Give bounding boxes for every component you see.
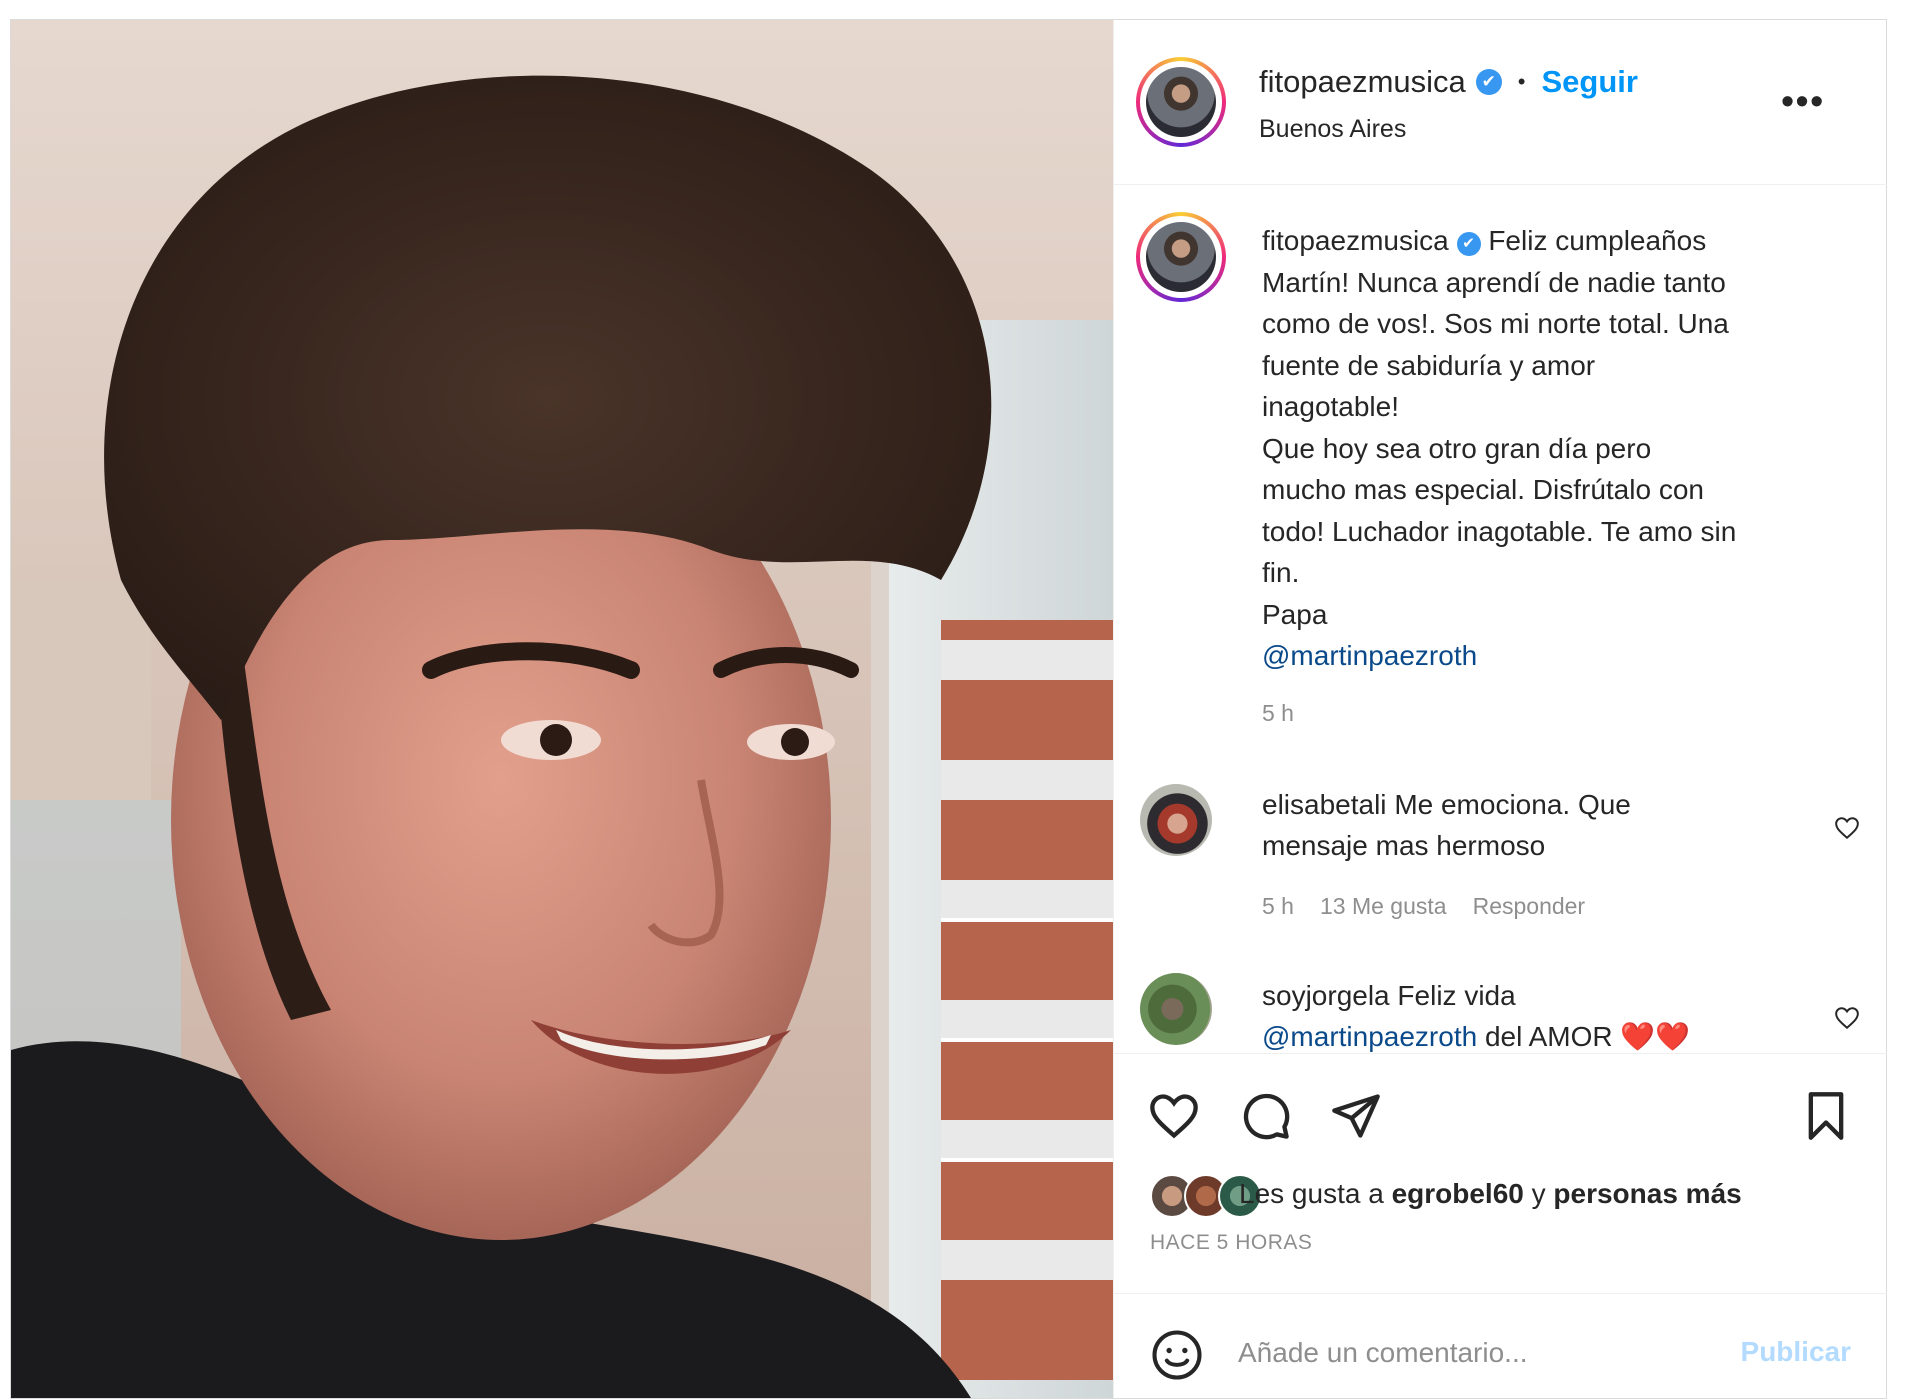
comment-like-heart-icon[interactable]: [1834, 1005, 1860, 1031]
heart-emoji: ❤️❤️: [1620, 1021, 1691, 1052]
share-icon[interactable]: [1330, 1090, 1382, 1142]
caption-line: Martín! Nunca aprendí de nadie tanto: [1262, 266, 1726, 298]
caption-username[interactable]: fitopaezmusica: [1262, 225, 1449, 256]
post-sidebar: fitopaezmusica ✔ • Seguir Buenos Aires •…: [1113, 20, 1887, 1398]
comment-input[interactable]: [1236, 1332, 1690, 1374]
comment-icon[interactable]: [1240, 1090, 1292, 1142]
add-comment-bar: Publicar: [1114, 1293, 1887, 1399]
likes-joiner: y: [1531, 1178, 1546, 1209]
comment-time[interactable]: 5 h: [1262, 893, 1294, 920]
caption-line: mucho mas especial. Disfrútalo con: [1262, 474, 1704, 505]
comment-text: soyjorgela Feliz vida @martinpaezroth de…: [1262, 975, 1802, 1053]
portrait-photo: [11, 20, 1113, 1398]
comments-section[interactable]: fitopaezmusica ✔ Feliz cumpleaños Martín…: [1114, 20, 1887, 1053]
likes-summary: Les gusta a egrobel60 y personas más: [1239, 1178, 1742, 1210]
likes-prefix: Les gusta a: [1239, 1178, 1384, 1209]
caption-mention-link[interactable]: @martinpaezroth: [1262, 640, 1477, 671]
commenter-username[interactable]: soyjorgela: [1262, 980, 1390, 1011]
instagram-post: fitopaezmusica ✔ • Seguir Buenos Aires •…: [10, 19, 1887, 1399]
caption-line: Papa: [1262, 598, 1328, 630]
comment-meta: 5 h 13 Me gusta Responder: [1262, 893, 1585, 920]
caption-line: fuente de sabiduría y amor: [1262, 349, 1596, 381]
post-photo[interactable]: [11, 20, 1113, 1398]
verified-badge-icon: ✔: [1456, 231, 1481, 256]
caption-timestamp[interactable]: 5 h: [1262, 700, 1294, 727]
comment-text: elisabetali Me emociona. Que mensaje mas…: [1262, 784, 1802, 866]
caption-line: Feliz cumpleaños: [1488, 225, 1707, 256]
post-timestamp[interactable]: HACE 5 HORAS: [1150, 1231, 1312, 1255]
emoji-icon[interactable]: [1150, 1328, 1204, 1382]
likes-others-link[interactable]: personas más: [1553, 1178, 1741, 1209]
commenter-username[interactable]: elisabetali: [1262, 789, 1387, 820]
commenter-avatar[interactable]: [1140, 784, 1212, 856]
caption-line: fin.: [1262, 557, 1300, 588]
comment-mention-link[interactable]: @martinpaezroth: [1262, 1021, 1477, 1052]
caption-text: fitopaezmusica ✔ Feliz cumpleaños Martín…: [1262, 220, 1852, 677]
comment-like-heart-icon[interactable]: [1834, 815, 1860, 841]
post-actions: Les gusta a egrobel60 y personas más HAC…: [1114, 1053, 1887, 1294]
caption-line: todo! Luchador inagotable. Te amo sin: [1262, 515, 1737, 547]
liker-avatars[interactable]: [1150, 1174, 1262, 1218]
likes-user-link[interactable]: egrobel60: [1392, 1178, 1524, 1209]
comment-body: del AMOR: [1484, 1021, 1613, 1052]
commenter-avatar[interactable]: [1140, 973, 1212, 1045]
caption-line: como de vos!. Sos mi norte total. Una: [1262, 308, 1729, 339]
reply-button[interactable]: Responder: [1473, 893, 1586, 920]
publish-button[interactable]: Publicar: [1741, 1336, 1851, 1368]
caption-line: inagotable!: [1262, 391, 1400, 422]
comment-likes[interactable]: 13 Me gusta: [1320, 893, 1447, 920]
bookmark-icon[interactable]: [1800, 1090, 1852, 1142]
comment-body: Me emociona. Que: [1394, 789, 1631, 820]
heart-icon[interactable]: [1148, 1090, 1200, 1142]
comment-body: Feliz vida: [1397, 980, 1516, 1011]
caption-avatar[interactable]: [1136, 212, 1226, 302]
comment-body: mensaje mas hermoso: [1262, 830, 1546, 861]
caption-line: Que hoy sea otro gran día pero: [1262, 432, 1652, 464]
